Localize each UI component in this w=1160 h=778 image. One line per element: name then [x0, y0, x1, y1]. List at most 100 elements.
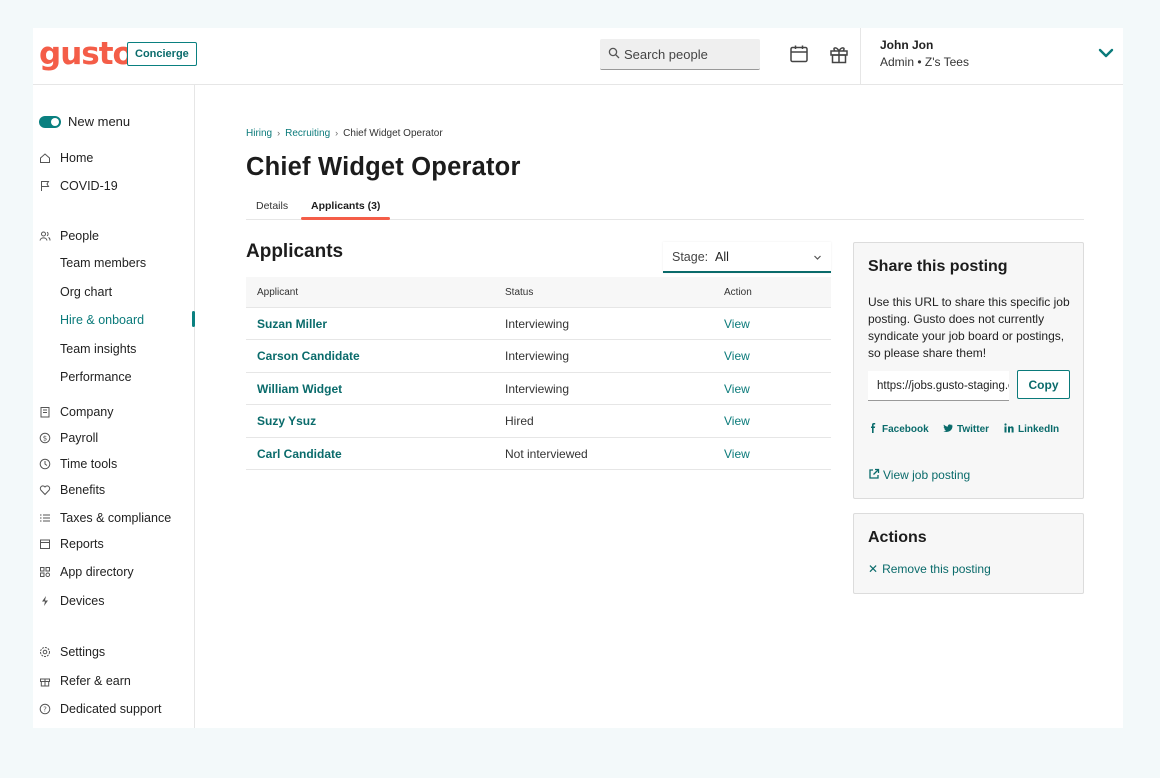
actions-title: Actions [868, 529, 927, 546]
breadcrumb-hiring[interactable]: Hiring [246, 128, 272, 139]
applicant-status: Hired [505, 414, 534, 429]
sidebar-item-label: Home [60, 151, 94, 165]
sidebar-item-benefits[interactable]: Benefits [33, 481, 195, 501]
tab-details[interactable]: Details [256, 200, 288, 212]
sidebar-item-reports[interactable]: Reports [33, 535, 195, 555]
sidebar-item-covid[interactable]: COVID-19 [33, 177, 195, 197]
chevron-right-icon: › [335, 128, 339, 138]
twitter-label: Twitter [957, 424, 990, 435]
applicant-name-link[interactable]: Suzy Ysuz [257, 414, 316, 428]
people-icon [39, 231, 51, 241]
view-link[interactable]: View [724, 317, 750, 331]
search-icon [608, 47, 620, 59]
applicant-name-link[interactable]: William Widget [257, 382, 342, 396]
view-link[interactable]: View [724, 349, 750, 363]
sidebar-item-label: Reports [60, 537, 104, 551]
active-indicator [192, 311, 195, 327]
close-icon: ✕ [868, 562, 879, 576]
search-box[interactable] [600, 39, 760, 70]
sidebar-item-label: People [60, 229, 99, 243]
new-menu-toggle[interactable] [39, 116, 61, 128]
chevron-down-icon[interactable] [1097, 46, 1115, 60]
twitter-link[interactable]: Twitter [943, 423, 989, 435]
table-row: Suzan Miller Interviewing View [246, 308, 831, 341]
sidebar-item-company[interactable]: Company [33, 403, 195, 423]
sidebar-item-org-chart[interactable]: Org chart [33, 283, 195, 303]
bolt-icon [42, 596, 48, 606]
sidebar-item-performance[interactable]: Performance [33, 368, 195, 388]
sidebar-item-label: Devices [60, 594, 105, 608]
sidebar-item-label: Taxes & compliance [60, 511, 172, 525]
sidebar-item-home[interactable]: Home [33, 149, 195, 169]
linkedin-link[interactable]: LinkedIn [1004, 423, 1059, 435]
sidebar-item-label: App directory [60, 565, 134, 579]
linkedin-icon [1004, 423, 1014, 433]
applicants-title: Applicants [246, 241, 344, 262]
copy-button[interactable]: Copy [1017, 370, 1070, 399]
applicant-name-link[interactable]: Carson Candidate [257, 349, 360, 363]
table-row: Carl Candidate Not interviewed View [246, 438, 831, 470]
search-input[interactable] [624, 39, 756, 69]
sidebar-item-label: Org chart [60, 285, 113, 299]
concierge-button[interactable]: Concierge [127, 42, 197, 66]
facebook-link[interactable]: Facebook [868, 423, 929, 435]
sidebar-item-devices[interactable]: Devices [33, 592, 195, 612]
sidebar-item-support[interactable]: ? Dedicated support [33, 700, 195, 720]
sidebar-item-refer[interactable]: Refer & earn [33, 672, 195, 692]
support-icon: ? [39, 703, 51, 715]
flag-icon [41, 181, 50, 191]
sidebar-item-label: Benefits [60, 483, 106, 497]
user-name[interactable]: John Jon [880, 38, 933, 52]
view-link[interactable]: View [724, 414, 750, 428]
applicant-name-link[interactable]: Carl Candidate [257, 447, 342, 461]
sidebar-item-label: COVID-19 [60, 179, 118, 193]
remove-posting-label: Remove this posting [882, 562, 991, 576]
applicant-status: Interviewing [505, 349, 570, 364]
sidebar-item-settings[interactable]: Settings [33, 643, 195, 663]
sidebar-item-people[interactable]: People [33, 227, 195, 247]
view-link[interactable]: View [724, 382, 750, 396]
linkedin-label: LinkedIn [1018, 424, 1060, 435]
chevron-down-icon [814, 255, 821, 260]
page-title: Chief Widget Operator [246, 153, 521, 181]
column-header: Action [724, 287, 752, 298]
view-job-posting-link[interactable]: View job posting [868, 468, 970, 482]
sidebar-item-time-tools[interactable]: Time tools [33, 455, 195, 475]
view-link[interactable]: View [724, 447, 750, 461]
gear-icon [40, 647, 50, 657]
calendar-icon[interactable] [788, 43, 810, 65]
url-field-wrapper [868, 371, 1009, 401]
sidebar-item-app-directory[interactable]: App directory [33, 563, 195, 583]
sidebar-item-hire-onboard[interactable]: Hire & onboard [33, 311, 195, 331]
gusto-logo[interactable]: gusto [39, 36, 134, 72]
sidebar-item-label: Settings [60, 645, 106, 659]
breadcrumb: Hiring › Recruiting › Chief Widget Operator [246, 128, 443, 139]
gift-icon[interactable] [828, 43, 850, 65]
new-menu-label: New menu [68, 114, 131, 129]
sidebar-item-taxes[interactable]: Taxes & compliance [33, 509, 195, 529]
applicant-status: Interviewing [505, 317, 570, 331]
column-header: Applicant [257, 287, 299, 298]
sidebar-item-label: Time tools [60, 457, 118, 471]
sidebar-item-team-insights[interactable]: Team insights [33, 340, 195, 360]
sidebar-item-team-members[interactable]: Team members [33, 254, 195, 274]
sidebar-item-label: Performance [60, 370, 132, 384]
building-icon [40, 407, 50, 418]
actions-card: Actions ✕ Remove this posting [853, 513, 1084, 594]
sidebar-item-payroll[interactable]: $ Payroll [33, 429, 195, 449]
breadcrumb-recruiting[interactable]: Recruiting [285, 128, 330, 139]
twitter-icon [943, 424, 953, 432]
grid-icon [40, 567, 51, 578]
active-tab-underline [301, 217, 390, 220]
share-posting-card: Share this posting Use this URL to share… [853, 242, 1084, 499]
applicant-status: Interviewing [505, 381, 570, 396]
posting-url-field[interactable] [868, 371, 1009, 400]
tab-applicants[interactable]: Applicants (3) [311, 200, 380, 212]
remove-posting-link[interactable]: ✕ Remove this posting [868, 562, 991, 576]
applicant-name-link[interactable]: Suzan Miller [257, 317, 327, 331]
stage-value: All [715, 250, 729, 264]
external-link-icon [869, 468, 880, 479]
table-row: Carson Candidate Interviewing View [246, 340, 831, 373]
sidebar-item-label: Team members [60, 256, 147, 270]
stage-select[interactable]: Stage: All [663, 242, 831, 273]
